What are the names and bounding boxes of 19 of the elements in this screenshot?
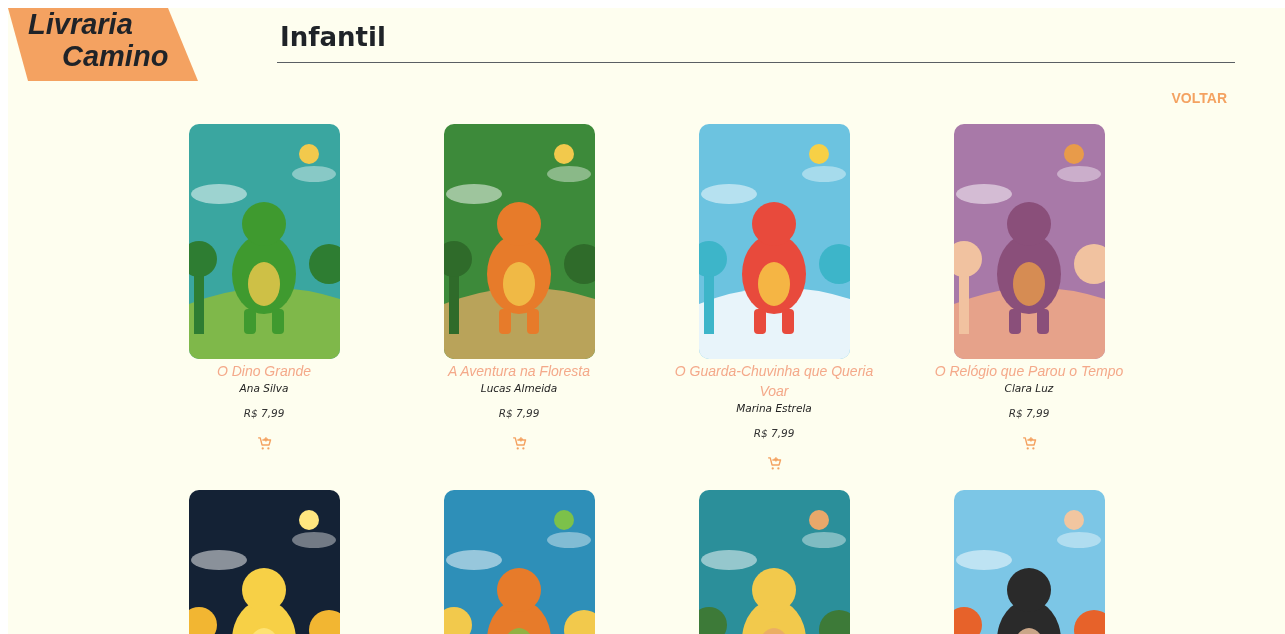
book-title[interactable]: O Guarda-Chuvinha que Queria Voar xyxy=(659,361,889,401)
page-title: Infantil xyxy=(280,22,387,52)
book-author: Clara Luz xyxy=(1004,382,1054,394)
add-to-cart-icon[interactable] xyxy=(255,435,273,452)
book-author: Marina Estrela xyxy=(736,402,812,414)
book-price: R$ 7,99 xyxy=(753,427,795,439)
book-title[interactable]: A Aventura na Floresta xyxy=(404,361,634,381)
book-author: Ana Silva xyxy=(239,382,289,394)
book-price: R$ 7,99 xyxy=(498,407,540,419)
book-author: Lucas Almeida xyxy=(480,382,558,394)
book-price: R$ 7,99 xyxy=(1008,407,1050,419)
logo-banner[interactable]: Livraria Camino xyxy=(8,8,198,81)
book-price: R$ 7,99 xyxy=(243,407,285,419)
book-title[interactable]: O Dino Grande xyxy=(149,361,379,381)
add-to-cart-icon[interactable] xyxy=(510,435,528,452)
add-to-cart-icon[interactable] xyxy=(1020,435,1038,452)
add-to-cart-icon[interactable] xyxy=(765,455,783,472)
back-link[interactable]: VOLTAR xyxy=(1171,90,1227,106)
book-title[interactable]: O Relógio que Parou o Tempo xyxy=(914,361,1144,381)
